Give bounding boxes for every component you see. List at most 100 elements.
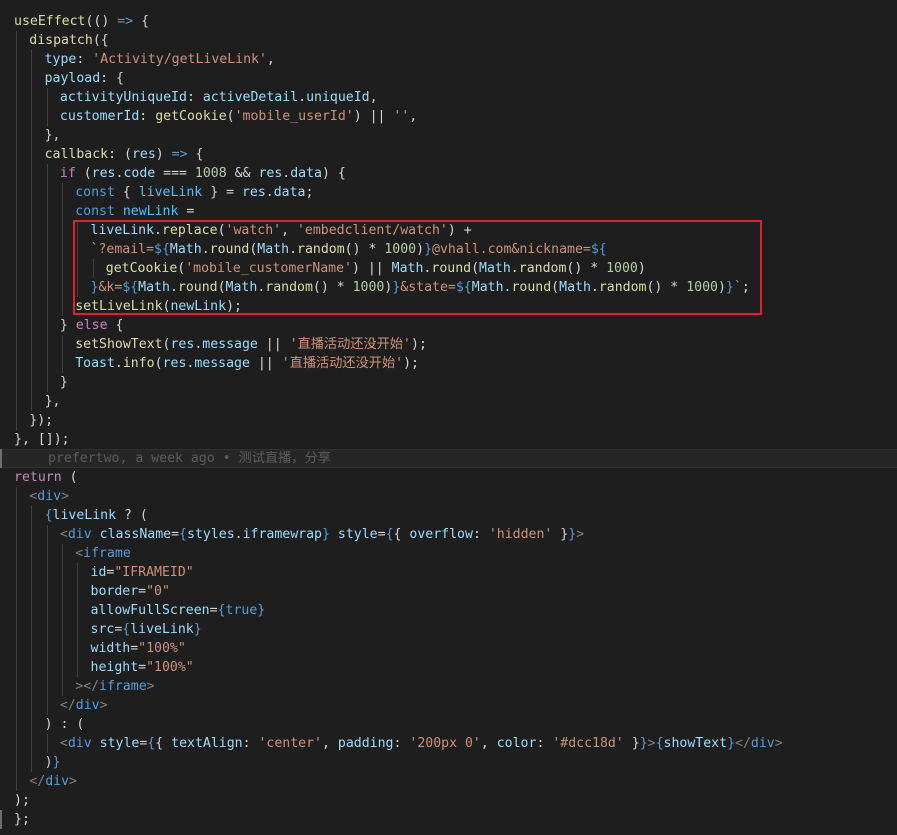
code-line[interactable]: ); xyxy=(0,791,897,810)
code-token: = xyxy=(178,204,195,219)
code-line[interactable]: <div style={{ textAlign: 'center', paddi… xyxy=(0,734,897,753)
code-token: 1000 xyxy=(606,261,638,276)
code-token: , xyxy=(369,90,378,105)
code-line[interactable]: allowFullScreen={true} xyxy=(0,601,897,620)
code-line[interactable]: <div className={styles.iframewrap} style… xyxy=(0,525,897,544)
code-token: { xyxy=(655,736,664,751)
code-token: &state= xyxy=(400,280,456,295)
code-line[interactable]: }, xyxy=(0,126,897,145)
code-line[interactable]: return ( xyxy=(0,468,897,487)
line-content: callback: (res) => { xyxy=(45,145,204,164)
code-line[interactable]: `?email=${Math.round(Math.random() * 100… xyxy=(0,240,897,259)
code-token: : xyxy=(472,527,489,542)
indent-guide xyxy=(61,639,63,658)
code-line[interactable]: border="0" xyxy=(0,582,897,601)
code-token: Toast xyxy=(75,356,115,371)
code-token: ( xyxy=(61,470,78,485)
code-line[interactable]: src={liveLink} xyxy=(0,620,897,639)
code-line[interactable]: const newLink = xyxy=(0,202,897,221)
code-token: : xyxy=(536,736,553,751)
indent-guide xyxy=(46,563,48,582)
code-token: 'mobile_customerName' xyxy=(185,261,352,276)
indent-guide xyxy=(77,620,79,639)
code-line[interactable]: dispatch({ xyxy=(0,31,897,50)
code-line[interactable]: ) : ( xyxy=(0,715,897,734)
indent-guide xyxy=(31,354,33,373)
indent-guide xyxy=(77,563,79,582)
code-token: { xyxy=(114,185,139,200)
code-token: Math xyxy=(225,280,258,295)
indent-guide xyxy=(31,202,33,221)
code-line[interactable]: callback: (res) => { xyxy=(0,145,897,164)
code-token: return xyxy=(14,470,62,485)
code-token: }; xyxy=(14,812,30,827)
code-line[interactable]: }, xyxy=(0,392,897,411)
code-line[interactable]: <div> xyxy=(0,487,897,506)
code-token: liveLink xyxy=(130,622,194,637)
code-line[interactable]: activityUniqueId: activeDetail.uniqueId, xyxy=(0,88,897,107)
code-token: code xyxy=(123,166,156,181)
code-line[interactable]: height="100%" xyxy=(0,658,897,677)
code-token: . xyxy=(289,242,298,257)
indent-guide xyxy=(46,601,48,620)
code-token: '200px 0' xyxy=(409,736,481,751)
indent-guide xyxy=(61,183,63,202)
code-line[interactable]: )} xyxy=(0,753,897,772)
code-token: . xyxy=(590,280,599,295)
code-token: { xyxy=(107,318,124,333)
code-token: ) || xyxy=(351,261,392,276)
code-line[interactable]: <iframe xyxy=(0,544,897,563)
code-token: > xyxy=(647,736,656,751)
code-line[interactable]: liveLink.replace('watch', 'embedclient/w… xyxy=(0,221,897,240)
indent-guide xyxy=(92,259,94,278)
code-line[interactable]: {liveLink ? ( xyxy=(0,506,897,525)
code-line[interactable]: type: 'Activity/getLiveLink', xyxy=(0,50,897,69)
line-content: useEffect(() => { xyxy=(14,12,149,31)
indent-guide xyxy=(16,183,17,202)
code-line[interactable]: ></iframe> xyxy=(0,677,897,696)
code-line[interactable]: }&k=${Math.round(Math.random() * 1000)}&… xyxy=(0,278,897,297)
code-line[interactable]: }, []); xyxy=(0,430,897,449)
code-line[interactable]: customerId: getCookie('mobile_userId') |… xyxy=(0,107,897,126)
code-line[interactable]: const { liveLink } = res.data; xyxy=(0,183,897,202)
code-token: ; xyxy=(741,280,750,295)
code-token: res xyxy=(258,166,283,181)
indent-guide xyxy=(77,601,79,620)
code-token: '#dcc18d' xyxy=(552,736,624,751)
line-content: }&k=${Math.round(Math.random() * 1000)}&… xyxy=(91,278,750,297)
code-token: border xyxy=(90,584,139,599)
code-line[interactable]: width="100%" xyxy=(0,639,897,658)
code-token: allowFullScreen xyxy=(90,603,210,618)
code-line[interactable]: }); xyxy=(0,411,897,430)
code-token: ${ xyxy=(590,242,607,257)
indent-guide xyxy=(77,240,79,259)
code-line[interactable]: if (res.code === 1008 && res.data) { xyxy=(0,164,897,183)
gutter-change-marker xyxy=(0,449,2,468)
indent-guide xyxy=(31,715,33,734)
line-content: } else { xyxy=(60,316,124,335)
code-line[interactable]: payload: { xyxy=(0,69,897,88)
code-line[interactable]: setShowText(res.message || '直播活动还没开始'); xyxy=(0,335,897,354)
blame-line[interactable]: prefertwo, a week ago • 测试直播，分享 xyxy=(0,449,897,468)
code-line[interactable]: getCookie ('mobile_customerName') || Math… xyxy=(0,259,897,278)
code-editor[interactable]: useEffect(() => {dispatch({type: 'Activi… xyxy=(0,0,897,835)
code-token: iframe xyxy=(83,546,131,561)
code-token: { xyxy=(393,527,410,542)
indent-guide xyxy=(16,620,17,639)
code-line[interactable]: }; xyxy=(0,810,897,829)
code-line[interactable]: </div> xyxy=(0,696,897,715)
indent-guide xyxy=(31,164,33,183)
code-line[interactable]: setLiveLink(newLink); xyxy=(0,297,897,316)
code-line[interactable]: Toast.info(res.message || '直播活动还没开始'); xyxy=(0,354,897,373)
code-token: padding xyxy=(337,736,394,751)
code-line[interactable]: } xyxy=(0,373,897,392)
code-line[interactable]: useEffect(() => { xyxy=(0,12,897,31)
code-token: div xyxy=(750,736,775,751)
code-line[interactable]: </div> xyxy=(0,772,897,791)
indent-guide xyxy=(31,734,33,753)
indent-guide xyxy=(16,373,17,392)
code-token: , xyxy=(322,736,338,751)
code-line[interactable]: } else { xyxy=(0,316,897,335)
code-line[interactable]: id="IFRAMEID" xyxy=(0,563,897,582)
